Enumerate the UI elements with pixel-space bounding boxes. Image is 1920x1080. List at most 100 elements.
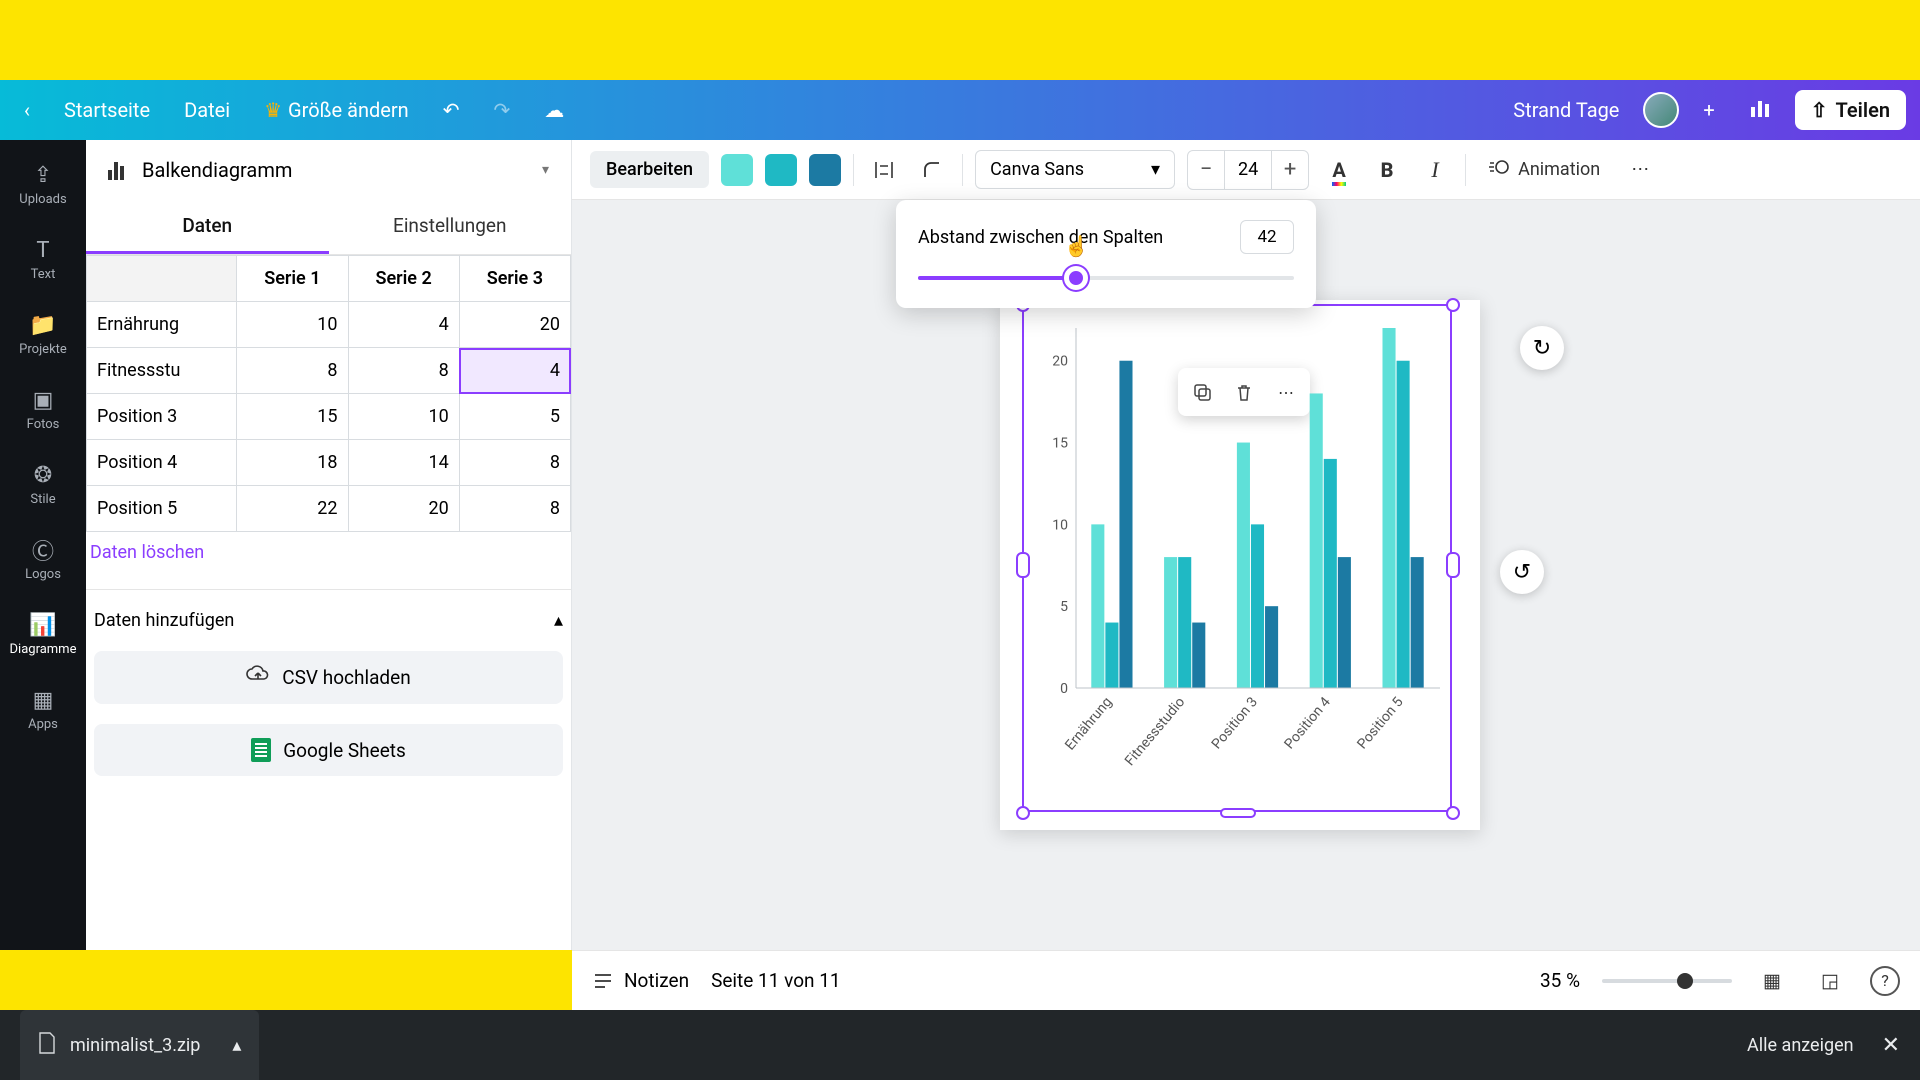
table-row[interactable]: Ernährung 10 4 20	[87, 302, 571, 348]
slider-thumb[interactable]	[1064, 266, 1088, 290]
grid-icon: ▦	[1763, 969, 1781, 992]
redo-button[interactable]: ↷	[483, 92, 520, 128]
upload-csv-button[interactable]: CSV hochladen	[94, 651, 563, 704]
rotate-button[interactable]: ↺	[1500, 550, 1544, 594]
download-chip[interactable]: minimalist_3.zip ▴	[20, 1010, 259, 1080]
chart[interactable]: 05101520ErnährungFitnessstudioPosition 3…	[1036, 318, 1444, 798]
animation-button[interactable]: Animation	[1478, 152, 1610, 188]
notes-icon	[592, 970, 614, 992]
grid-view-button[interactable]: ▦	[1754, 963, 1790, 999]
italic-button[interactable]: I	[1417, 152, 1453, 188]
spacing-icon	[872, 158, 896, 182]
file-menu[interactable]: Datei	[174, 92, 240, 128]
resize-handle-w[interactable]	[1016, 552, 1030, 578]
table-row[interactable]: Position 3 15 10 5	[87, 394, 571, 440]
rounding-button[interactable]	[914, 152, 950, 188]
close-downloads[interactable]: ✕	[1882, 1033, 1900, 1058]
svg-text:5: 5	[1060, 599, 1068, 615]
bold-button[interactable]: B	[1369, 152, 1405, 188]
color-swatch-1[interactable]	[721, 154, 753, 186]
refresh-button[interactable]: ↻	[1520, 326, 1564, 370]
color-swatch-2[interactable]	[765, 154, 797, 186]
chevron-down-icon: ▾	[542, 162, 549, 178]
resize-handle-ne[interactable]	[1446, 298, 1460, 312]
text-icon: T	[30, 237, 56, 263]
resize-handle-e[interactable]	[1446, 552, 1460, 578]
resize-handle-s[interactable]	[1220, 808, 1256, 818]
svg-text:Position 3: Position 3	[1209, 694, 1261, 752]
fullscreen-button[interactable]: ◲	[1812, 963, 1848, 999]
spacing-slider[interactable]	[918, 268, 1294, 288]
resize-handle-se[interactable]	[1446, 806, 1460, 820]
table-row[interactable]: Position 5 22 20 8	[87, 486, 571, 532]
tab-settings[interactable]: Einstellungen	[329, 200, 572, 254]
notes-button[interactable]: Notizen	[592, 969, 689, 992]
left-rail: ⇪Uploads TText 📁Projekte ▣Fotos ❂Stile Ⓒ…	[0, 140, 86, 950]
folder-icon: 📁	[30, 312, 56, 338]
data-table[interactable]: Serie 1 Serie 2 Serie 3 Ernährung 10 4 2…	[86, 255, 571, 532]
share-button[interactable]: ⇧Teilen	[1795, 90, 1906, 130]
text-color-button[interactable]: A	[1321, 152, 1357, 188]
expand-icon: ◲	[1821, 969, 1839, 992]
col-header-2[interactable]: Serie 2	[348, 256, 459, 302]
avatar[interactable]	[1643, 92, 1679, 128]
dots-icon: ⋯	[1631, 159, 1649, 180]
status-bar: Notizen Seite 11 von 11 35 % ▦ ◲ ?	[572, 950, 1920, 1010]
table-corner[interactable]	[87, 256, 237, 302]
color-swatch-3[interactable]	[809, 154, 841, 186]
font-dropdown[interactable]: Canva Sans ▾	[975, 150, 1175, 189]
help-button[interactable]: ?	[1870, 966, 1900, 996]
table-row[interactable]: Position 4 18 14 8	[87, 440, 571, 486]
spacing-button[interactable]	[866, 152, 902, 188]
edit-button[interactable]: Bearbeiten	[590, 151, 709, 188]
resize-handle-sw[interactable]	[1016, 806, 1030, 820]
svg-text:10: 10	[1052, 517, 1068, 533]
spacing-value[interactable]: 42	[1240, 220, 1294, 254]
home-link[interactable]: Startseite	[54, 92, 160, 128]
rail-logos[interactable]: ⒸLogos	[0, 525, 86, 594]
cloud-sync[interactable]: ☁	[534, 92, 574, 128]
refresh-icon: ↻	[1533, 336, 1551, 361]
corner-icon	[921, 159, 943, 181]
cloud-upload-icon	[246, 665, 270, 690]
rail-photos[interactable]: ▣Fotos	[0, 375, 86, 444]
add-data-toggle[interactable]: Daten hinzufügen ▴	[86, 600, 571, 641]
rail-projects[interactable]: 📁Projekte	[0, 300, 86, 369]
svg-text:Fitnessstudio: Fitnessstudio	[1122, 694, 1188, 769]
google-sheets-button[interactable]: Google Sheets	[94, 724, 563, 776]
col-header-3[interactable]: Serie 3	[459, 256, 570, 302]
chart-type-dropdown[interactable]: Balkendiagramm ▾	[86, 140, 571, 200]
table-row[interactable]: Fitnessstu 8 8 4	[87, 348, 571, 394]
download-filename: minimalist_3.zip	[70, 1035, 200, 1056]
col-header-1[interactable]: Serie 1	[237, 256, 348, 302]
rail-apps[interactable]: ▦Apps	[0, 675, 86, 744]
plus-icon: +	[1703, 98, 1714, 122]
apps-icon: ▦	[30, 687, 56, 713]
svg-text:0: 0	[1060, 681, 1068, 697]
cloud-icon: ☁	[544, 98, 564, 122]
resize-button[interactable]: ♛Größe ändern	[254, 92, 419, 128]
insights-button[interactable]	[1739, 91, 1781, 130]
rail-text[interactable]: TText	[0, 225, 86, 294]
spacing-popover: Abstand zwischen den Spalten 42 ☝	[896, 200, 1316, 308]
doc-title[interactable]: Strand Tage	[1503, 92, 1629, 128]
chart-type-label: Balkendiagramm	[142, 158, 292, 182]
undo-button[interactable]: ↶	[433, 92, 470, 128]
context-toolbar: Bearbeiten Canva Sans ▾ − 24 + A B I Ani…	[572, 140, 1920, 200]
more-button[interactable]: ⋯	[1622, 152, 1658, 188]
font-size-value[interactable]: 24	[1224, 151, 1272, 189]
page-indicator: Seite 11 von 11	[711, 969, 841, 992]
add-member-button[interactable]: +	[1693, 92, 1724, 128]
clear-data-link[interactable]: Daten löschen	[86, 532, 571, 583]
zoom-slider[interactable]	[1602, 979, 1732, 983]
font-size-plus[interactable]: +	[1272, 157, 1308, 182]
svg-text:Position 5: Position 5	[1354, 694, 1406, 752]
rail-styles[interactable]: ❂Stile	[0, 450, 86, 519]
rail-charts[interactable]: 📊Diagramme	[0, 600, 86, 669]
show-all-downloads[interactable]: Alle anzeigen	[1747, 1035, 1854, 1056]
tab-data[interactable]: Daten	[86, 200, 329, 254]
back-button[interactable]: ‹	[14, 92, 40, 128]
rail-uploads[interactable]: ⇪Uploads	[0, 150, 86, 219]
text-color-icon: A	[1332, 158, 1345, 182]
font-size-minus[interactable]: −	[1188, 157, 1224, 182]
